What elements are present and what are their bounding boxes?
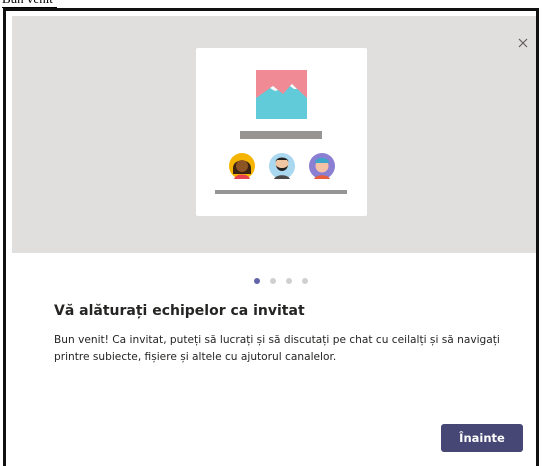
close-button[interactable]	[512, 32, 534, 54]
page-dot-3[interactable]	[286, 278, 292, 284]
page-caption: Bun venit	[2, 0, 57, 8]
picture-icon	[256, 70, 307, 119]
next-button[interactable]: Înainte	[441, 424, 523, 452]
illustration-card	[196, 48, 367, 216]
placeholder-text-bar	[240, 131, 322, 139]
close-icon	[518, 38, 528, 48]
avatar-woman-icon	[229, 153, 255, 179]
hero-illustration-area	[12, 16, 536, 253]
page-dot-4[interactable]	[302, 278, 308, 284]
dialog-title: Vă alăturați echipelor ca invitat	[54, 303, 305, 319]
placeholder-text-line	[215, 190, 347, 194]
avatar-group	[228, 152, 336, 182]
welcome-dialog: Vă alăturați echipelor ca invitat Bun ve…	[12, 16, 536, 466]
screenshot-frame: Vă alăturați echipelor ca invitat Bun ve…	[3, 8, 539, 466]
avatar-man-beard-icon	[269, 153, 295, 179]
pagination-dots	[254, 278, 314, 286]
page-dot-2[interactable]	[270, 278, 276, 284]
avatar-man-cap-icon	[309, 153, 335, 179]
page-dot-1[interactable]	[254, 278, 260, 284]
dialog-description: Bun venit! Ca invitat, puteți să lucrați…	[54, 334, 500, 363]
